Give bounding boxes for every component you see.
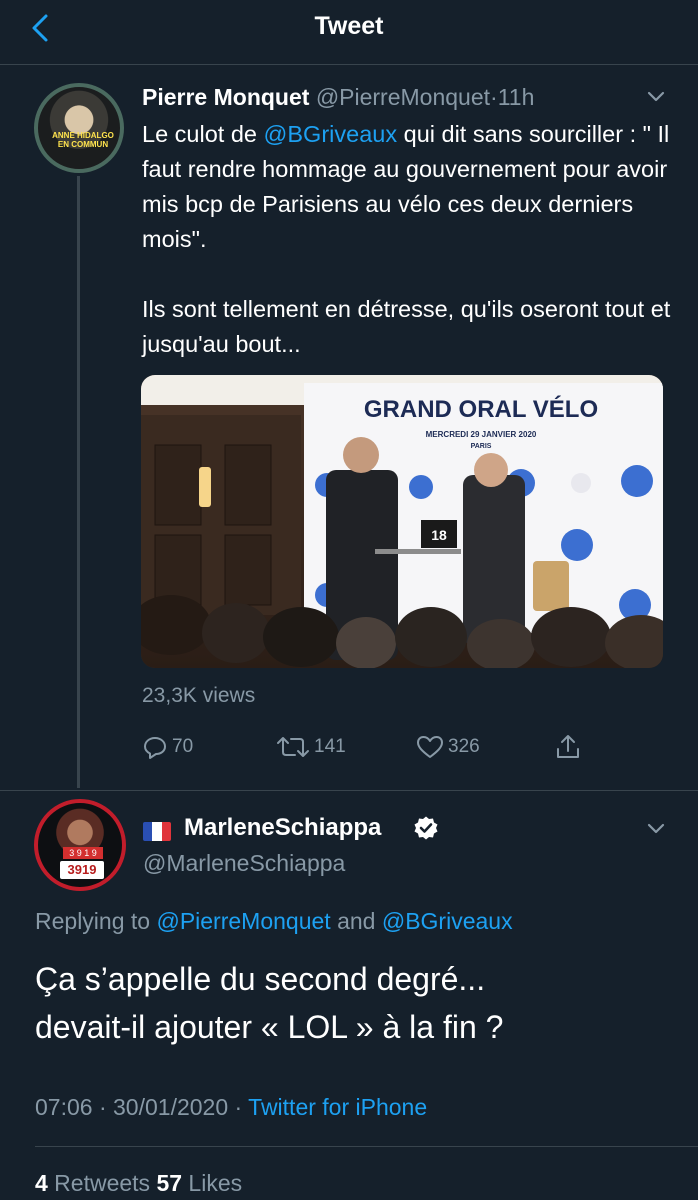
author-handle[interactable]: @MarleneSchiappa <box>143 850 345 877</box>
thread-line <box>77 176 80 788</box>
retweets-count[interactable]: 4 <box>35 1170 48 1196</box>
retweets-label[interactable]: Retweets <box>48 1170 157 1196</box>
video-thumbnail: GRAND ORAL VÉLO MERCREDI 29 JANVIER 2020… <box>141 375 663 668</box>
retweet-count: 141 <box>314 736 346 757</box>
avatar[interactable]: ANNE HIDALGO EN COMMUN <box>34 83 124 173</box>
tweet-actions: 70 141 326 <box>142 732 592 762</box>
tweet-stats: 4 Retweets 57 Likes <box>35 1170 242 1197</box>
tweet-text: Ça s’appelle du second degré... devait-i… <box>35 955 675 1051</box>
mention-link[interactable]: @PierreMonquet <box>156 908 330 934</box>
reply-button[interactable]: 70 <box>142 732 193 762</box>
reply-count: 70 <box>172 736 194 757</box>
avatar-text: 3 9 1 9 <box>63 847 103 859</box>
chevron-down-icon[interactable] <box>644 88 668 106</box>
share-button[interactable] <box>554 732 586 762</box>
mention-link[interactable]: @BGriveaux <box>382 908 513 934</box>
tweet-meta: 07:06 · 30/01/2020 · Twitter for iPhone <box>35 1094 427 1121</box>
heart-icon <box>417 736 443 758</box>
tweet-date: 30/01/2020 <box>113 1094 229 1120</box>
tweet-text-part: Le culot de <box>142 121 264 147</box>
mention-link[interactable]: @BGriveaux <box>264 121 398 147</box>
banner-date: MERCREDI 29 JANVIER 2020 <box>426 430 537 439</box>
avatar[interactable]: 3 9 1 9 3919 <box>34 799 126 891</box>
retweet-icon <box>277 737 309 757</box>
replying-and: and <box>330 908 382 934</box>
likes-label[interactable]: Likes <box>182 1170 242 1196</box>
tweet-time: 07:06 <box>35 1094 93 1120</box>
dot-separator: · <box>92 1094 114 1120</box>
avatar-text: ANNE HIDALGO EN COMMUN <box>52 131 114 149</box>
banner-title: GRAND ORAL VÉLO <box>364 395 598 423</box>
tweet-author-row: Pierre Monquet @PierreMonquet·11h <box>142 84 534 111</box>
dot-separator: · <box>490 84 498 110</box>
replying-to: Replying to @PierreMonquet and @BGriveau… <box>35 908 513 935</box>
replying-prefix: Replying to <box>35 908 157 934</box>
like-button[interactable]: 326 <box>416 732 480 762</box>
tweet-text-paragraph: Ils sont tellement en détresse, qu'ils o… <box>142 296 671 357</box>
tweet-text-line: Ça s’appelle du second degré... <box>35 961 486 997</box>
page-title: Tweet <box>314 12 384 40</box>
client-link[interactable]: Twitter for iPhone <box>248 1094 427 1120</box>
view-count: 23,3K views <box>142 684 256 707</box>
tweet-text-line: devait-il ajouter « LOL » à la fin ? <box>35 1009 504 1045</box>
avatar-text: 3919 <box>60 861 104 879</box>
tweet-time[interactable]: 11h <box>498 84 535 110</box>
verified-badge-icon <box>414 816 438 840</box>
banner-city: PARIS <box>471 443 492 450</box>
laptop-sticker: 18 <box>431 527 447 543</box>
divider <box>35 1146 698 1147</box>
share-icon <box>557 735 579 758</box>
tweet-text: Le culot de @BGriveaux qui dit sans sour… <box>142 117 682 362</box>
author-name[interactable]: Pierre Monquet <box>142 84 309 110</box>
retweet-button[interactable]: 141 <box>276 732 346 762</box>
like-count: 326 <box>448 736 480 757</box>
divider <box>0 790 698 791</box>
likes-count[interactable]: 57 <box>156 1170 182 1196</box>
dot-separator: · <box>228 1094 249 1120</box>
author-handle[interactable]: @PierreMonquet <box>316 84 490 110</box>
french-flag-icon <box>143 822 171 841</box>
reply-icon <box>144 737 166 759</box>
author-name[interactable]: MarleneSchiappa <box>184 814 381 842</box>
chevron-down-icon[interactable] <box>644 820 668 838</box>
tweet-media-video[interactable]: GRAND ORAL VÉLO MERCREDI 29 JANVIER 2020… <box>141 375 663 668</box>
